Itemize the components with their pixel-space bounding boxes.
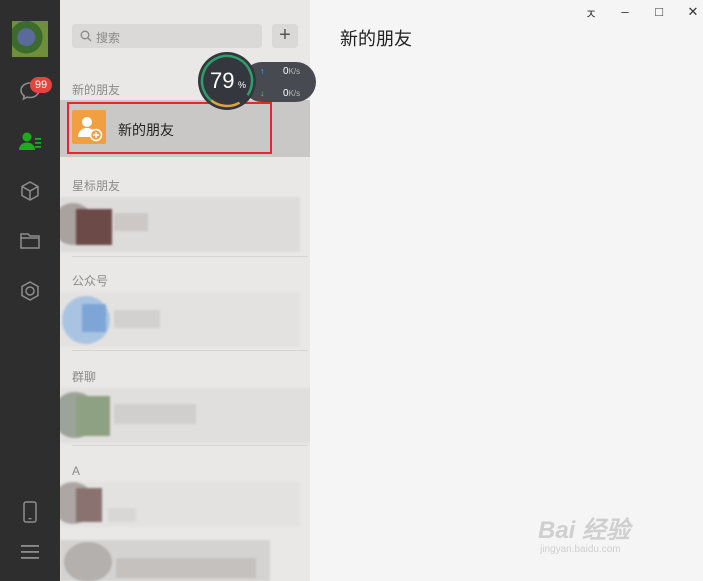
close-button[interactable]: ✕	[685, 4, 701, 20]
section-official: 公众号	[72, 274, 109, 288]
section-letter-a: A	[72, 464, 81, 478]
usage-percent: 79	[210, 68, 235, 93]
user-avatar[interactable]	[12, 21, 48, 57]
list-item-a1[interactable]	[60, 482, 300, 527]
unread-badge: 99	[30, 77, 52, 93]
contacts-icon[interactable]	[15, 126, 45, 156]
search-icon	[80, 30, 92, 42]
sidebar-rail: 99	[0, 0, 60, 581]
add-contact-button[interactable]: +	[272, 24, 298, 48]
minimize-button[interactable]: –	[617, 4, 633, 19]
menu-icon[interactable]	[15, 537, 45, 567]
search-placeholder: 搜索	[96, 31, 121, 45]
upload-arrow-icon: ↑	[260, 66, 265, 76]
download-arrow-icon: ↓	[260, 88, 265, 98]
search-box[interactable]: 搜索	[72, 24, 262, 48]
list-item-official[interactable]	[60, 292, 300, 347]
watermark-brand: Bai 经验	[538, 517, 631, 544]
watermark-url: jingyan.baidu.com	[540, 544, 621, 555]
moments-icon[interactable]	[15, 276, 45, 306]
maximize-button[interactable]: □	[651, 4, 667, 19]
divider	[72, 445, 308, 446]
page-title: 新的朋友	[340, 29, 412, 49]
list-item-starred[interactable]	[60, 197, 300, 252]
divider	[72, 350, 308, 351]
section-starred: 星标朋友	[72, 179, 121, 193]
upload-rate: 0K/s	[283, 66, 301, 77]
section-new-friends: 新的朋友	[72, 83, 121, 97]
divider	[72, 256, 308, 257]
section-groups: 群聊	[72, 370, 97, 384]
cube-icon[interactable]	[15, 176, 45, 206]
network-speed-widget[interactable]: 79 % ↑ 0K/s ↓ 0K/s	[198, 52, 316, 110]
percent-sign: %	[238, 80, 247, 90]
download-rate: 0K/s	[283, 88, 301, 99]
usage-gauge: 79 %	[198, 52, 256, 110]
pin-button[interactable]: ㅈ	[583, 4, 599, 23]
list-item-group[interactable]	[60, 388, 310, 443]
main-pane: 新的朋友	[310, 0, 703, 581]
folder-icon[interactable]	[15, 226, 45, 256]
list-item-a2[interactable]	[60, 540, 270, 581]
phone-icon[interactable]	[15, 497, 45, 527]
